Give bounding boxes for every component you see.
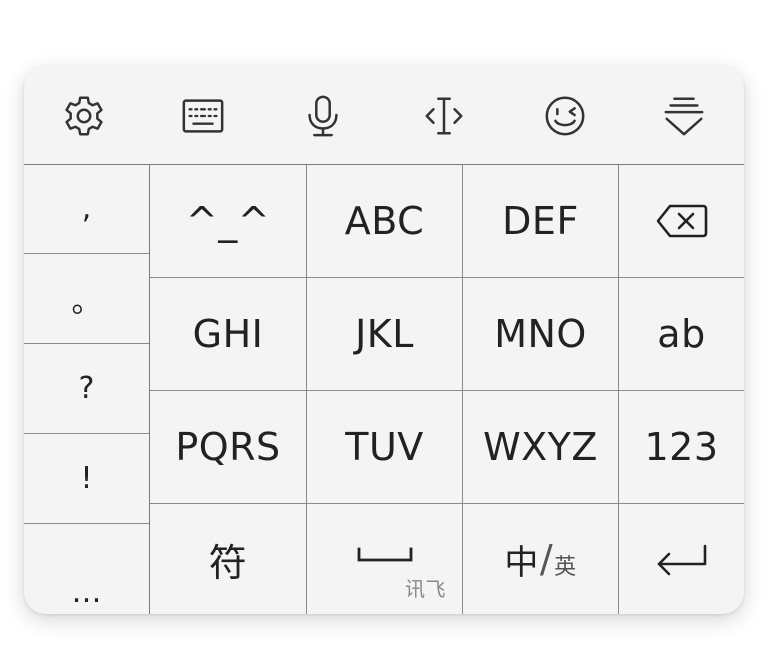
key-pqrs[interactable]: PQRS [150,391,306,503]
key-label: ab [657,312,706,356]
emoji-button[interactable] [537,88,593,144]
key-ghi[interactable]: GHI [150,278,306,390]
punct-key-comma[interactable]: , [24,164,149,254]
key-def[interactable]: DEF [463,165,618,277]
key-tuv[interactable]: TUV [307,391,462,503]
backspace-icon [656,204,707,238]
key-wxyz[interactable]: WXYZ [463,391,618,503]
key-label: 123 [644,425,719,469]
punct-key-period[interactable]: 。 [24,254,149,344]
enter-key[interactable] [619,504,744,614]
key-mno[interactable]: MNO [463,278,618,390]
space-key[interactable]: 讯飞 [307,504,462,614]
key-label: GHI [192,312,264,356]
key-label: DEF [502,199,579,243]
punct-key-ellipsis[interactable]: … [24,524,149,614]
punct-label: … [71,575,102,610]
enter-icon [657,544,706,576]
key-label: ABC [344,199,425,243]
keyboard-icon [182,99,224,133]
keyboard-toolbar [24,66,744,165]
wink-emoji-icon [545,96,585,136]
punct-label: 。 [71,284,102,320]
punct-label: , [81,191,92,226]
lang-separator: / [539,537,554,581]
gear-icon [65,96,103,136]
space-icon [357,547,412,562]
punct-key-question[interactable]: ? [24,344,149,434]
key-label: TUV [345,425,424,469]
punct-key-exclamation[interactable]: ! [24,434,149,524]
key-label: MNO [494,312,587,356]
language-toggle-key[interactable]: 中 / 英 [463,504,618,614]
settings-button[interactable] [56,88,112,144]
keyboard-switch-button[interactable] [175,88,231,144]
collapse-keyboard-icon [664,97,704,136]
key-label: PQRS [175,425,281,469]
key-case-toggle[interactable]: ab [619,278,744,390]
lang-zh-label: 中 [504,542,539,583]
backspace-key[interactable] [619,165,744,277]
punct-label: ? [78,371,95,406]
voice-input-button[interactable] [295,88,351,144]
cursor-move-button[interactable] [416,88,472,144]
microphone-icon [308,95,338,137]
key-jkl[interactable]: JKL [307,278,462,390]
key-label: JKL [355,312,414,356]
key-abc[interactable]: ABC [307,165,462,277]
punctuation-column: , 。 ? ! … [24,164,150,614]
key-label: WXYZ [483,425,598,469]
cursor-move-icon [425,97,463,135]
space-brand-label: 讯飞 [405,577,446,601]
key-numbers[interactable]: 123 [619,391,744,503]
key-emoticon[interactable]: ^_^ [150,165,306,277]
key-label: ^_^ [185,199,271,243]
lang-en-label: 英 [554,555,577,580]
key-label: 符 [208,540,248,585]
keyboard-panel: , 。 ? ! … ^_^ ABC DEF GHI JKL MNO ab PQR… [24,66,744,614]
punct-label: ! [80,461,93,496]
hide-keyboard-button[interactable] [656,88,712,144]
key-symbols[interactable]: 符 [150,504,306,614]
